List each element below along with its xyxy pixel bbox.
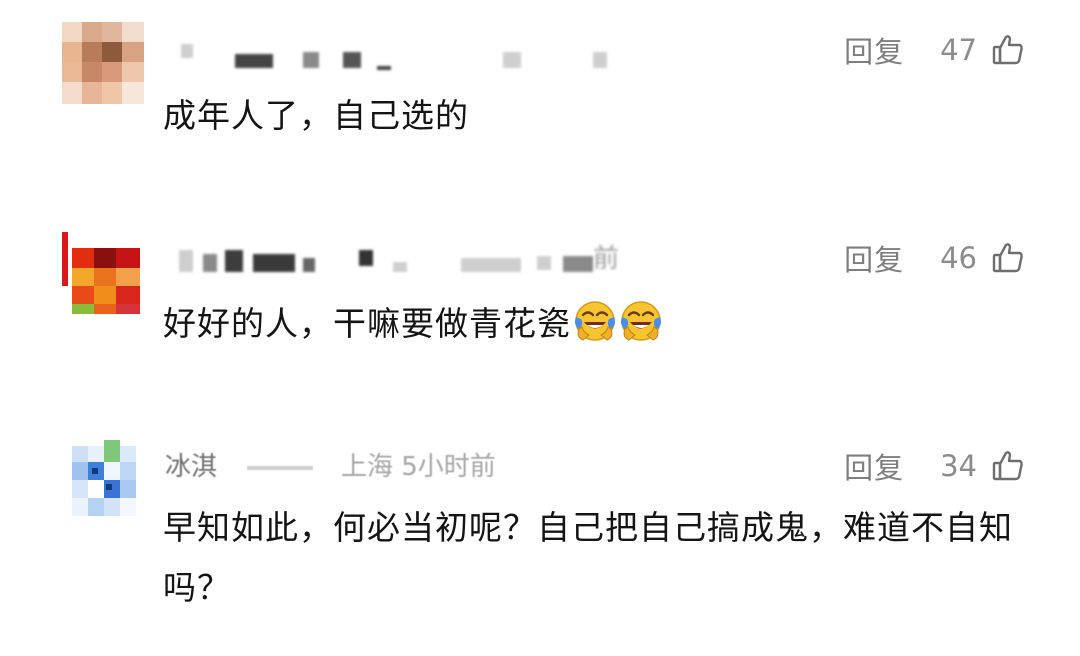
comment-actions: 回复 34: [844, 446, 1025, 486]
username-text: 冰淇: [165, 452, 218, 482]
reply-button[interactable]: 回复: [844, 445, 904, 487]
comment-meta: 上海 5小时前: [341, 452, 496, 482]
avatar[interactable]: [62, 436, 144, 518]
comment-item: 冰淇 上海 5小时前 回复 34 早知如此，何必当初呢？自己把自己搞成鬼，难道不…: [0, 0, 1080, 656]
thumb-up-icon[interactable]: [991, 449, 1025, 483]
comment-text: 早知如此，何必当初呢？自己把自己搞成鬼，难道不自知吗？: [163, 498, 1013, 618]
redaction-block: [247, 466, 313, 470]
like-count: 34: [940, 449, 977, 483]
username[interactable]: 冰淇 上海 5小时前: [165, 452, 635, 482]
comment-text-body: 早知如此，何必当初呢？自己把自己搞成鬼，难道不自知吗？: [163, 508, 1013, 607]
